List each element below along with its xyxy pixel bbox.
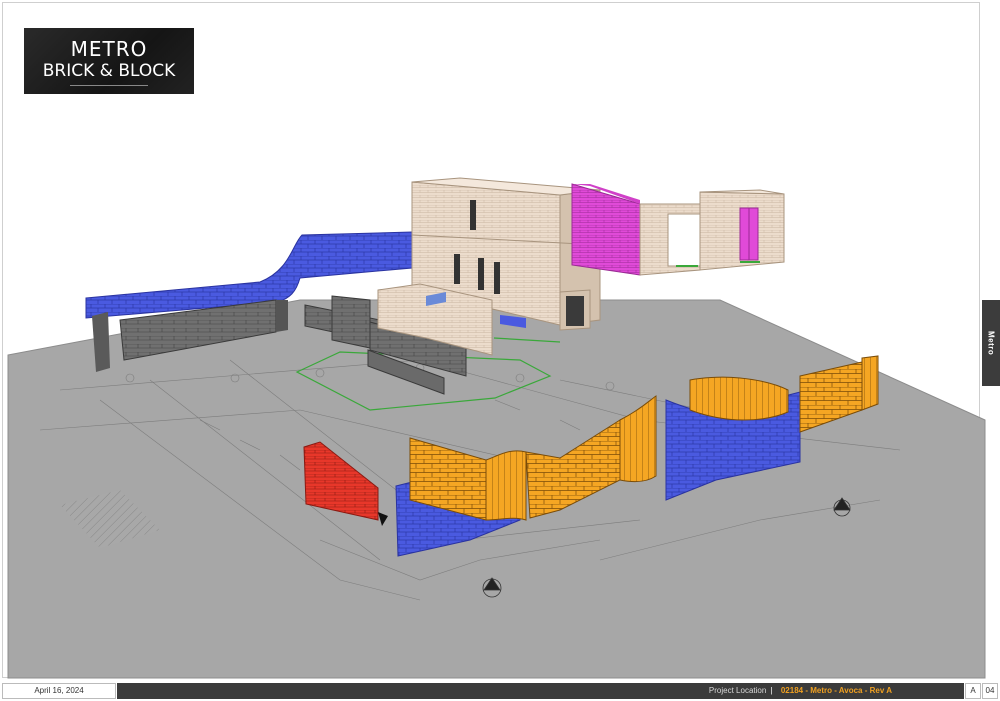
project-location-label: Project Location — [708, 686, 767, 695]
issue-date: April 16, 2024 — [2, 683, 116, 699]
project-code: 02184 - Metro - Avoca - Rev A — [780, 686, 892, 695]
title-block-footer: April 16, 2024 Project Location | 02184 … — [0, 683, 1000, 701]
sheet-side-tab: Metro — [982, 300, 1000, 386]
revision-box: A — [965, 683, 981, 699]
side-tab-label: Metro — [986, 330, 996, 356]
project-location: Project Location | 02184 - Metro - Avoca… — [709, 683, 892, 699]
page-number: 04 — [982, 683, 998, 699]
first-floor-extension — [571, 183, 785, 276]
footer-bar: Project Location | 02184 - Metro - Avoca… — [117, 683, 964, 699]
footer-separator: | — [770, 686, 773, 695]
3d-model-view — [7, 177, 986, 679]
